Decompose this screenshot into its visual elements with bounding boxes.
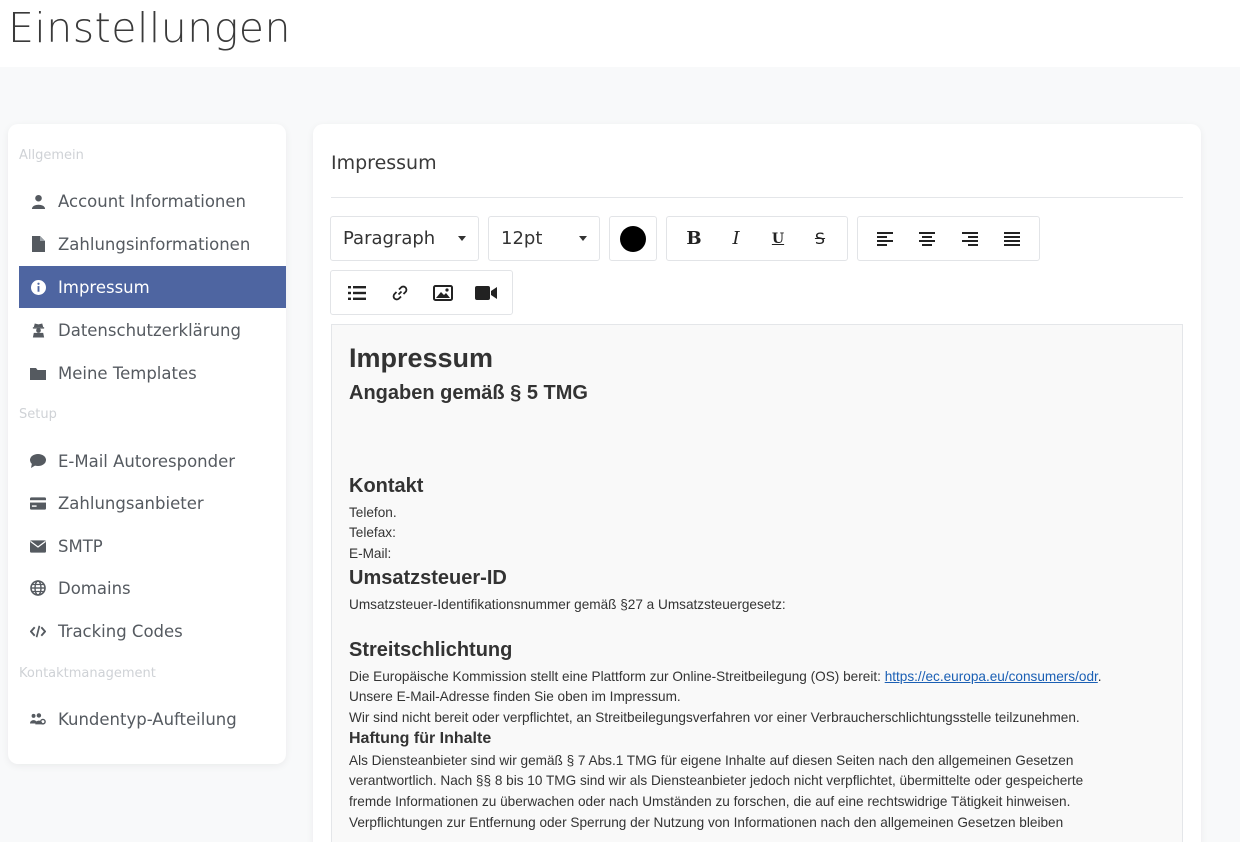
sidebar-item-zahlungsanbieter[interactable]: Zahlungsanbieter xyxy=(19,482,286,524)
editor-haftung-line-4: Verpflichtungen zur Entfernung oder Sper… xyxy=(349,815,1064,830)
sidebar-item-email-autoresponder[interactable]: E-Mail Autoresponder xyxy=(19,440,286,482)
sidebar-item-label: Account Informationen xyxy=(58,191,246,211)
sidebar-item-smtp[interactable]: SMTP xyxy=(19,525,286,567)
editor-streit-line-3: Wir sind nicht bereit oder verpflichtet,… xyxy=(349,710,1080,725)
sidebar-item-datenschutzerklaerung[interactable]: Datenschutzerklärung xyxy=(19,309,286,351)
editor-haftung-line-1: Als Diensteanbieter sind wir gemäß § 7 A… xyxy=(349,753,1074,768)
sidebar-item-impressum[interactable]: Impressum xyxy=(19,266,286,308)
sidebar-item-label: Domains xyxy=(58,578,131,598)
section-label-kontaktmanagement: Kontaktmanagement xyxy=(19,666,156,681)
chevron-down-icon xyxy=(579,236,587,241)
sidebar-item-label: Impressum xyxy=(58,277,150,297)
chevron-down-icon xyxy=(458,236,466,241)
user-icon xyxy=(30,193,46,209)
code-icon xyxy=(30,623,46,639)
editor-heading-haftung: Haftung für Inhalte xyxy=(349,730,492,747)
impressum-card: Impressum Paragraph 12pt B I U S Impress… xyxy=(313,124,1201,842)
section-label-setup: Setup xyxy=(19,407,57,422)
editor-telefon: Telefon. xyxy=(349,505,397,520)
list-icon[interactable] xyxy=(340,271,374,314)
streit-text: Die Europäische Kommission stellt eine P… xyxy=(349,669,885,684)
user-secret-icon xyxy=(30,322,46,338)
odr-link[interactable]: https://ec.europa.eu/consumers/odr xyxy=(885,669,1098,684)
editor-streit-line-1: Die Europäische Kommission stellt eine P… xyxy=(349,669,1102,684)
info-circle-icon xyxy=(30,279,46,295)
editor-content[interactable]: Impressum Angaben gemäß § 5 TMG Kontakt … xyxy=(331,324,1183,842)
editor-telefax: Telefax: xyxy=(349,525,396,540)
text-style-group: B I U S xyxy=(666,216,848,261)
format-select-value: Paragraph xyxy=(343,228,436,249)
sidebar-item-tracking-codes[interactable]: Tracking Codes xyxy=(19,610,286,652)
divider xyxy=(331,197,1183,198)
section-label-allgemein: Allgemein xyxy=(19,148,84,163)
editor-ust-text: Umsatzsteuer-Identifikationsnummer gemäß… xyxy=(349,597,786,612)
sidebar-item-label: Tracking Codes xyxy=(58,621,183,641)
globe-icon xyxy=(30,580,46,596)
align-left-icon[interactable] xyxy=(868,217,902,260)
bold-button[interactable]: B xyxy=(677,217,711,260)
sidebar-item-label: Zahlungsanbieter xyxy=(58,493,204,513)
align-justify-icon[interactable] xyxy=(995,217,1029,260)
editor-heading-streitschlichtung: Streitschlichtung xyxy=(349,639,513,661)
link-icon[interactable] xyxy=(383,271,417,314)
file-icon xyxy=(30,236,46,252)
page-title: Einstellungen xyxy=(8,4,292,52)
sidebar-item-kundentyp-aufteilung[interactable]: Kundentyp-Aufteilung xyxy=(19,698,286,740)
envelope-icon xyxy=(30,538,46,554)
sidebar-item-account-informationen[interactable]: Account Informationen xyxy=(19,180,286,222)
align-right-icon[interactable] xyxy=(953,217,987,260)
align-center-icon[interactable] xyxy=(910,217,944,260)
editor-heading-kontakt: Kontakt xyxy=(349,475,424,497)
card-title: Impressum xyxy=(331,152,437,174)
sidebar-item-label: SMTP xyxy=(58,536,103,556)
sidebar-item-domains[interactable]: Domains xyxy=(19,567,286,609)
strikethrough-button[interactable]: S xyxy=(803,217,837,260)
folder-icon xyxy=(30,365,46,381)
underline-button[interactable]: U xyxy=(761,217,795,260)
page-header: Einstellungen xyxy=(0,0,1240,67)
streit-period: . xyxy=(1097,669,1102,684)
font-size-select-value: 12pt xyxy=(501,228,543,249)
editor-haftung-line-3: fremde Informationen zu überwachen oder … xyxy=(349,794,1071,809)
sidebar-item-meine-templates[interactable]: Meine Templates xyxy=(19,352,286,394)
sidebar-item-label: Meine Templates xyxy=(58,363,197,383)
color-swatch-icon xyxy=(620,225,646,252)
text-color-button[interactable] xyxy=(609,216,657,261)
sidebar-item-label: Zahlungsinformationen xyxy=(58,234,251,254)
sidebar-item-label: E-Mail Autoresponder xyxy=(58,451,236,471)
editor-heading-ust: Umsatzsteuer-ID xyxy=(349,567,507,589)
editor-heading-angaben: Angaben gemäß § 5 TMG xyxy=(349,382,588,404)
image-icon[interactable] xyxy=(426,271,460,314)
font-size-select[interactable]: 12pt xyxy=(488,216,600,261)
users-cog-icon xyxy=(30,711,46,727)
alignment-group xyxy=(857,216,1040,261)
credit-card-icon xyxy=(30,495,46,511)
editor-heading-impressum: Impressum xyxy=(349,343,494,373)
comment-icon xyxy=(30,453,46,469)
italic-button[interactable]: I xyxy=(719,217,753,260)
insert-group xyxy=(330,270,513,315)
editor-email: E-Mail: xyxy=(349,546,392,561)
settings-sidebar: Allgemein Account Informationen Zahlungs… xyxy=(8,124,286,764)
editor-streit-line-2: Unsere E-Mail-Adresse finden Sie oben im… xyxy=(349,689,681,704)
format-select[interactable]: Paragraph xyxy=(330,216,479,261)
sidebar-item-label: Datenschutzerklärung xyxy=(58,320,241,340)
sidebar-item-zahlungsinformationen[interactable]: Zahlungsinformationen xyxy=(19,223,286,265)
sidebar-item-label: Kundentyp-Aufteilung xyxy=(58,709,237,729)
video-icon[interactable] xyxy=(469,271,503,314)
editor-haftung-line-2: verantwortlich. Nach §§ 8 bis 10 TMG sin… xyxy=(349,773,1084,788)
